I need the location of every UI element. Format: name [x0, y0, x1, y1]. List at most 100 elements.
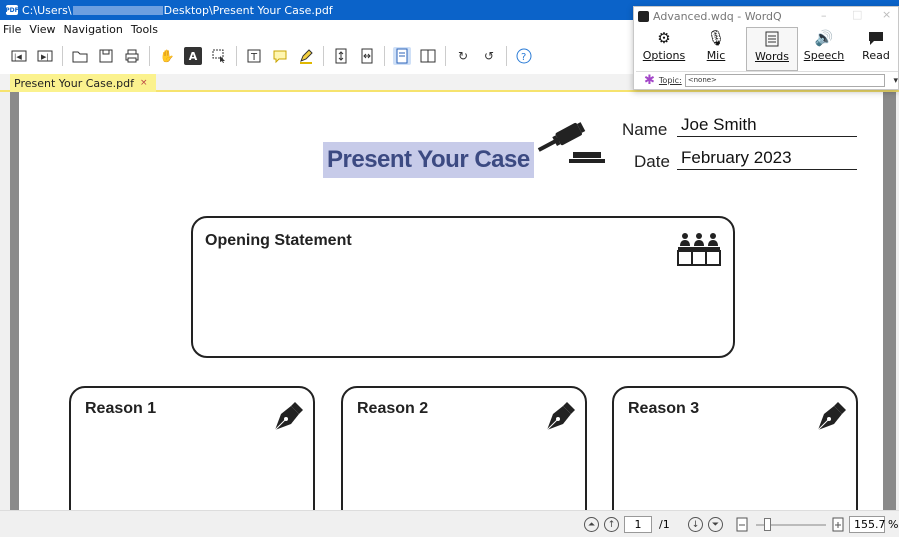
window-title-prefix: C:\Users\	[22, 3, 72, 17]
gavel-icon	[537, 122, 605, 163]
reason-2-title: Reason 2	[357, 400, 429, 417]
words-label: Words	[754, 50, 789, 63]
tab-label: Present Your Case.pdf	[14, 76, 135, 90]
menu-navigation[interactable]: Navigation	[64, 23, 123, 36]
wordq-title: Advanced.wdq - WordQ	[653, 9, 782, 23]
previous-page-icon[interactable]: ↑	[604, 517, 619, 532]
fountain-pen-icon	[274, 402, 303, 431]
open-folder-icon[interactable]	[71, 47, 89, 65]
jury-icon	[677, 233, 721, 266]
svg-text:?: ?	[521, 52, 526, 63]
svg-text:▶|: ▶|	[41, 53, 49, 61]
zoom-unit: %	[888, 518, 899, 531]
fountain-pen-icon	[546, 402, 575, 431]
zoom-level-input[interactable]: 155.7	[849, 516, 886, 533]
hand-tool-icon[interactable]: ✋	[158, 47, 176, 65]
last-page-icon[interactable]: ⏷	[708, 517, 723, 532]
reason-3-box: Reason 3	[612, 386, 858, 510]
redacted-username	[72, 5, 163, 15]
toolbar-separator	[445, 46, 446, 66]
help-icon[interactable]: ?	[515, 47, 533, 65]
topic-star-icon: ✱	[644, 73, 655, 88]
next-document-icon[interactable]: ▶|	[36, 47, 54, 65]
minimize-icon[interactable]: –	[821, 9, 827, 22]
document-title: Present Your Case	[323, 142, 534, 178]
zoom-out-page-icon[interactable]	[736, 517, 748, 532]
words-button[interactable]: Words	[746, 27, 798, 71]
svg-text:|◀: |◀	[14, 53, 22, 61]
zoom-in-page-icon[interactable]	[832, 517, 844, 532]
status-bar: ⏶ ↑ 1 /1 ↓ ⏷ 155.7 %	[0, 510, 899, 537]
name-label: Name	[622, 120, 668, 139]
text-box-icon[interactable]: T	[245, 47, 263, 65]
menu-file[interactable]: File	[3, 23, 21, 36]
opening-statement-box: Opening Statement	[191, 216, 735, 358]
save-icon[interactable]	[97, 47, 115, 65]
menu-view[interactable]: View	[29, 23, 55, 36]
svg-text:T: T	[250, 52, 258, 63]
mic-label: Mic	[706, 49, 726, 62]
two-page-view-icon[interactable]	[419, 47, 437, 65]
microphone-icon: 🎙	[706, 29, 726, 47]
rotate-clockwise-icon[interactable]: ↻	[454, 47, 472, 65]
gear-icon: ⚙	[657, 29, 671, 47]
topic-select[interactable]: <none>	[684, 74, 886, 87]
options-label: Options	[642, 49, 686, 62]
fountain-pen-icon	[817, 402, 846, 431]
document-viewport[interactable]: Present Your Case Name Joe Smith Date Fe…	[10, 92, 896, 510]
close-icon[interactable]: ×	[882, 8, 891, 21]
toolbar-separator	[384, 46, 385, 66]
topic-label: Topic:	[658, 76, 682, 85]
maximize-icon[interactable]: □	[852, 8, 862, 21]
pdf-app-icon: PDF	[5, 5, 19, 15]
toolbar-separator	[236, 46, 237, 66]
pdf-page: Present Your Case Name Joe Smith Date Fe…	[19, 92, 883, 510]
area-select-icon[interactable]	[210, 47, 228, 65]
opening-statement-title: Opening Statement	[205, 232, 352, 249]
reason-1-title: Reason 1	[85, 400, 157, 417]
word-list-icon	[764, 28, 780, 50]
wordq-app-icon	[638, 10, 649, 22]
next-page-icon[interactable]: ↓	[688, 517, 703, 532]
date-field: February 2023	[677, 148, 857, 170]
menu-tools[interactable]: Tools	[131, 23, 158, 36]
toolbar-separator	[506, 46, 507, 66]
tab-close-icon[interactable]: ×	[140, 78, 148, 88]
fit-height-icon[interactable]	[332, 47, 350, 65]
rotate-counterclockwise-icon[interactable]: ↺	[480, 47, 498, 65]
topic-dropdown-icon[interactable]: ▾	[893, 76, 898, 86]
window-title-suffix: Desktop\Present Your Case.pdf	[163, 3, 333, 17]
reason-3-title: Reason 3	[628, 400, 700, 417]
page-total: /1	[659, 518, 670, 531]
text-select-tool-icon[interactable]: A	[184, 47, 202, 65]
toolbar-separator	[323, 46, 324, 66]
zoom-slider-thumb[interactable]	[764, 518, 771, 531]
topic-row: ✱ Topic: <none> ▾	[636, 71, 898, 89]
toolbar: |◀ ▶| ✋ A T ↻ ↺ ?	[0, 38, 640, 74]
options-button[interactable]: ⚙ Options	[638, 27, 690, 71]
speaker-icon: 🔊	[814, 29, 834, 47]
speech-bubble-icon	[868, 27, 884, 49]
toolbar-separator	[149, 46, 150, 66]
first-page-icon[interactable]: ⏶	[584, 517, 599, 532]
toolbar-separator	[62, 46, 63, 66]
page-number-input[interactable]: 1	[624, 516, 652, 533]
reason-2-box: Reason 2	[341, 386, 587, 510]
date-label: Date	[634, 152, 670, 171]
name-field: Joe Smith	[677, 115, 857, 137]
previous-document-icon[interactable]: |◀	[10, 47, 28, 65]
single-page-view-icon[interactable]	[393, 47, 411, 65]
print-icon[interactable]	[123, 47, 141, 65]
read-button[interactable]: Read	[850, 27, 899, 71]
speech-label: Speech	[803, 49, 845, 62]
tab-present-your-case[interactable]: Present Your Case.pdf ×	[10, 74, 156, 92]
fit-width-icon[interactable]	[358, 47, 376, 65]
comment-icon[interactable]	[271, 47, 289, 65]
wordq-window: Advanced.wdq - WordQ – □ × ⚙ Options 🎙 M…	[633, 6, 899, 90]
read-label: Read	[862, 49, 890, 62]
highlight-pen-icon[interactable]	[297, 47, 315, 65]
speech-button[interactable]: 🔊 Speech	[798, 27, 850, 71]
mic-button[interactable]: 🎙 Mic	[690, 27, 742, 71]
wordq-title-bar: Advanced.wdq - WordQ – □ ×	[634, 7, 898, 25]
reason-1-box: Reason 1	[69, 386, 315, 510]
